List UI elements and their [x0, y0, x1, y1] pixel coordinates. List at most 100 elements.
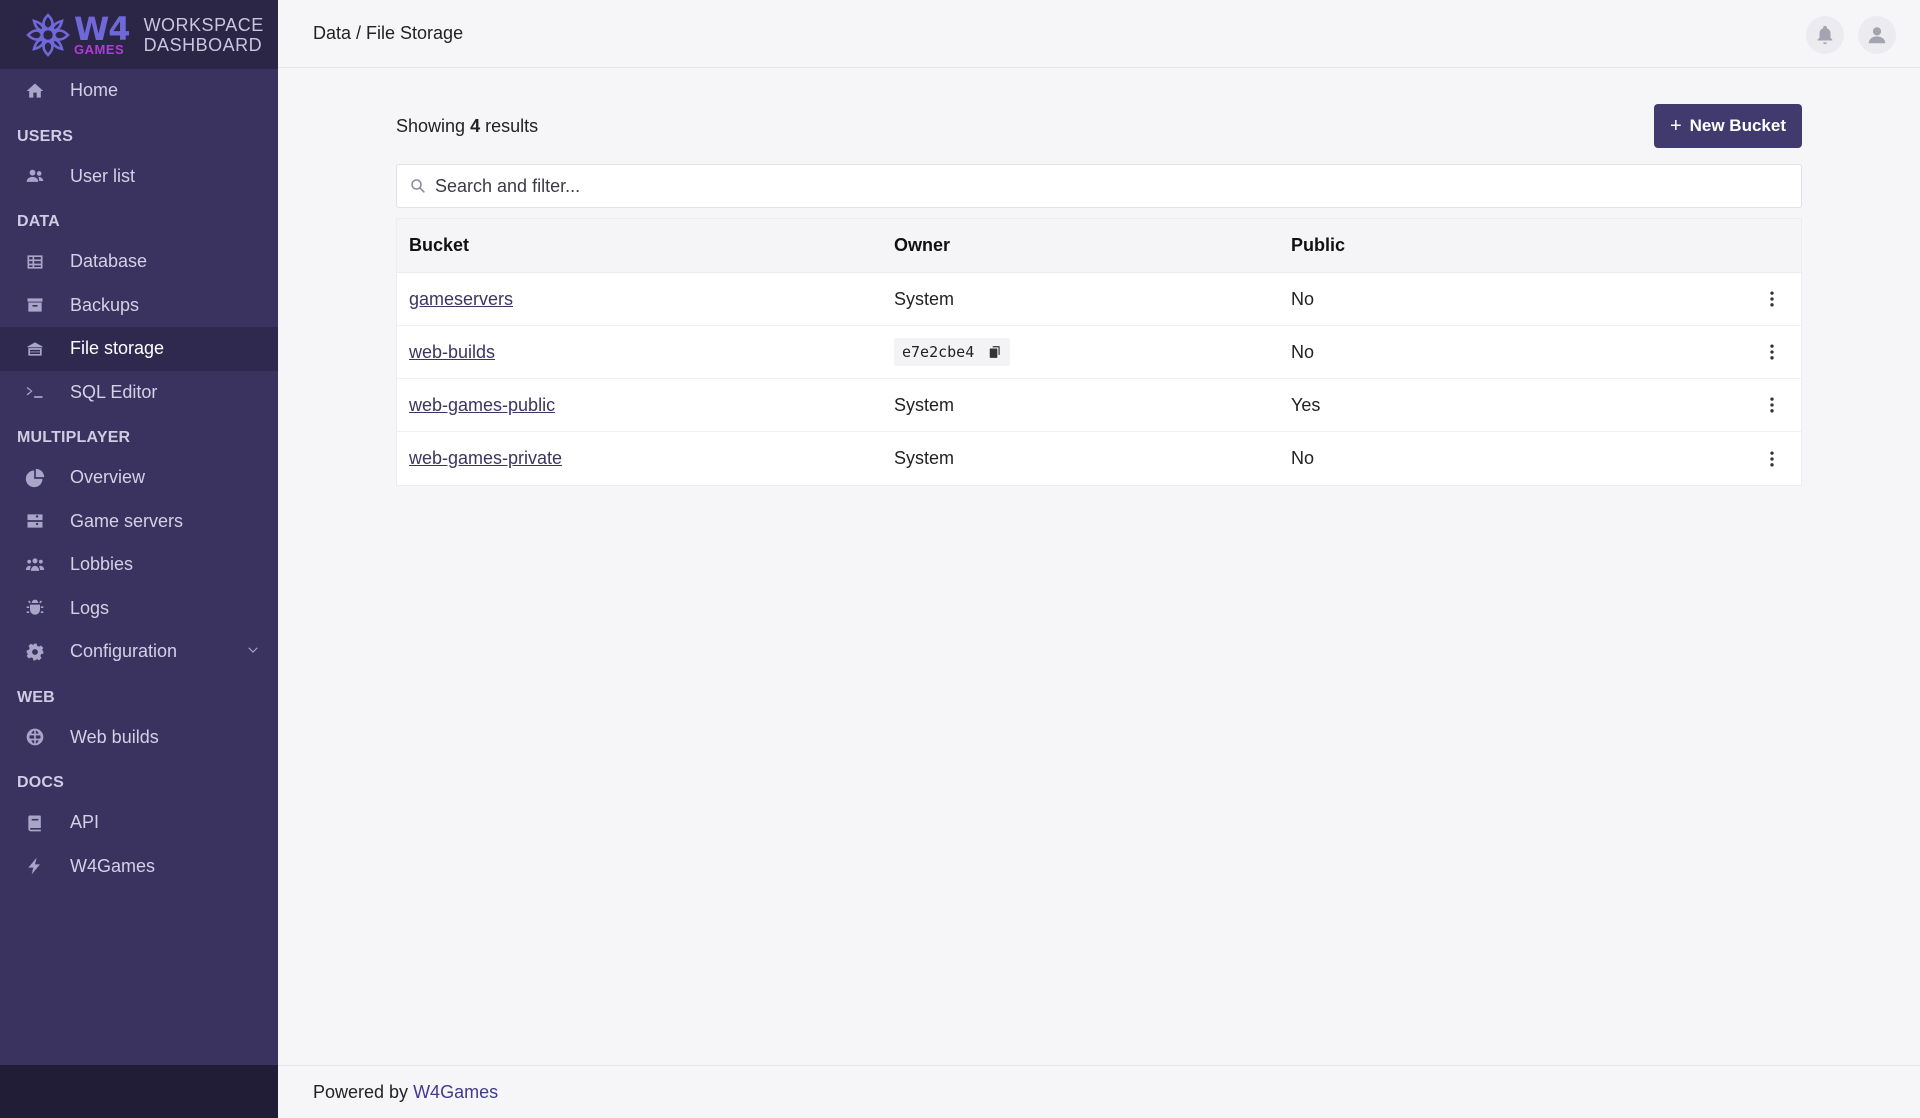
- gear-icon: [24, 641, 46, 663]
- row-menu-button[interactable]: [1765, 448, 1779, 470]
- home-icon: [24, 80, 46, 102]
- sidebar-item-web-builds[interactable]: Web builds: [0, 716, 278, 760]
- brand-title-line2: DASHBOARD: [143, 34, 263, 55]
- buckets-table: Bucket Owner Public gameservers System N…: [396, 218, 1802, 486]
- sidebar-item-configuration[interactable]: Configuration: [0, 630, 278, 674]
- bucket-cell: web-games-public: [397, 395, 894, 416]
- sidebar-item-lobbies[interactable]: Lobbies: [0, 543, 278, 587]
- table-row: web-builds e7e2cbe4 No: [397, 326, 1801, 379]
- sidebar-item-w4games[interactable]: W4Games: [0, 845, 278, 889]
- terminal-icon: [24, 381, 46, 403]
- kebab-icon: [1770, 291, 1774, 307]
- sidebar-item-label: Overview: [70, 467, 146, 488]
- bucket-link[interactable]: web-games-public: [409, 395, 555, 415]
- sidebar-item-label: Web builds: [70, 726, 159, 747]
- sidebar-item-sql-editor[interactable]: SQL Editor: [0, 371, 278, 415]
- sidebar-item-label: Backups: [70, 294, 140, 315]
- sidebar-item-label: W4Games: [70, 855, 156, 876]
- brand-header[interactable]: W4 GAMES WORKSPACE DASHBOARD: [0, 0, 278, 69]
- table-row: gameservers System No: [397, 273, 1801, 326]
- storage-icon: [24, 338, 46, 360]
- users-icon: [24, 165, 46, 187]
- user-icon: [1868, 27, 1886, 44]
- table-header: Bucket Owner Public: [397, 219, 1801, 273]
- sidebar-item-label: Configuration: [70, 641, 178, 662]
- main-content: Showing 4 results + New Bucket Bucket Ow…: [396, 104, 1802, 486]
- notifications-button[interactable]: [1806, 16, 1844, 54]
- sidebar-item-label: Database: [70, 251, 148, 272]
- group-icon: [24, 554, 46, 576]
- table-row: web-games-private System No: [397, 432, 1801, 485]
- page-footer: Powered by W4Games: [278, 1065, 1920, 1118]
- search-input[interactable]: [435, 175, 1735, 197]
- sidebar-item-label: SQL Editor: [70, 381, 158, 402]
- sidebar-item-label: Lobbies: [70, 554, 134, 575]
- column-header-bucket[interactable]: Bucket: [397, 235, 894, 256]
- sidebar-section-users: USERS: [17, 127, 74, 145]
- bolt-icon: [24, 855, 46, 877]
- sidebar-item-user-list[interactable]: User list: [0, 155, 278, 199]
- brand-logo-text: W4 GAMES: [74, 10, 131, 56]
- sidebar-item-overview[interactable]: Overview: [0, 456, 278, 500]
- bucket-cell: web-games-private: [397, 448, 894, 469]
- sidebar-item-api[interactable]: API: [0, 801, 278, 845]
- bucket-cell: gameservers: [397, 289, 894, 310]
- chevron-down-icon[interactable]: [246, 641, 260, 662]
- footer-link[interactable]: W4Games: [413, 1082, 498, 1103]
- results-suffix: results: [485, 115, 539, 136]
- row-menu-button[interactable]: [1765, 288, 1779, 310]
- results-prefix: Showing: [396, 115, 466, 136]
- sidebar-nav: Home USERS User list DATA Database Backu…: [0, 69, 278, 888]
- owner-id-chip: e7e2cbe4: [894, 338, 1011, 366]
- plus-icon: +: [1669, 114, 1682, 137]
- public-cell: Yes: [1291, 394, 1321, 415]
- sidebar-section-multiplayer: MULTIPLAYER: [17, 429, 131, 446]
- public-cell: No: [1291, 288, 1315, 309]
- breadcrumb: Data / File Storage: [313, 23, 464, 43]
- new-bucket-button[interactable]: + New Bucket: [1653, 104, 1802, 148]
- sidebar-item-backups[interactable]: Backups: [0, 284, 278, 328]
- results-count-text: Showing 4 results: [396, 116, 538, 137]
- brand-title-line1: WORKSPACE: [143, 14, 264, 35]
- column-header-owner[interactable]: Owner: [894, 235, 1291, 256]
- top-actions: [1806, 16, 1896, 54]
- table-icon: [24, 251, 46, 273]
- sidebar-footer: [0, 1065, 278, 1118]
- sidebar-item-home[interactable]: Home: [0, 69, 278, 113]
- footer-prefix: Powered by: [313, 1081, 409, 1102]
- bucket-link[interactable]: web-builds: [409, 342, 495, 362]
- bucket-link[interactable]: web-games-private: [409, 448, 562, 468]
- brand-logo-main: W4: [74, 10, 131, 48]
- globe-icon: [24, 726, 46, 748]
- owner-cell: System: [894, 288, 955, 309]
- sidebar-item-label: Logs: [70, 597, 110, 618]
- row-menu-button[interactable]: [1765, 341, 1779, 363]
- sidebar-item-logs[interactable]: Logs: [0, 587, 278, 631]
- bell-icon: [1817, 25, 1833, 45]
- new-bucket-label: New Bucket: [1689, 116, 1786, 135]
- owner-cell: System: [894, 448, 955, 468]
- owner-cell: System: [894, 394, 955, 415]
- bucket-link[interactable]: gameservers: [409, 289, 513, 309]
- owner-id: e7e2cbe4: [902, 343, 975, 361]
- sidebar-item-database[interactable]: Database: [0, 240, 278, 284]
- results-toolbar: Showing 4 results + New Bucket: [396, 104, 1802, 148]
- table-row: web-games-public System Yes: [397, 379, 1801, 432]
- bug-icon: [24, 597, 46, 619]
- kebab-icon: [1770, 397, 1774, 413]
- sidebar-item-label: File storage: [70, 338, 165, 359]
- search-box[interactable]: [396, 164, 1802, 208]
- user-menu-button[interactable]: [1858, 16, 1896, 54]
- search-icon: [411, 179, 425, 193]
- kebab-icon: [1770, 451, 1774, 466]
- sidebar-item-file-storage[interactable]: File storage: [0, 327, 278, 371]
- public-cell: No: [1291, 448, 1315, 468]
- copy-icon[interactable]: [988, 344, 1002, 360]
- column-header-public[interactable]: Public: [1291, 235, 1691, 256]
- sidebar-item-label: User list: [70, 165, 136, 186]
- row-menu-button[interactable]: [1765, 394, 1779, 416]
- results-count: 4: [470, 115, 481, 136]
- sidebar-item-game-servers[interactable]: Game servers: [0, 500, 278, 544]
- kebab-icon: [1770, 344, 1774, 360]
- top-bar: Data / File Storage: [278, 0, 1920, 68]
